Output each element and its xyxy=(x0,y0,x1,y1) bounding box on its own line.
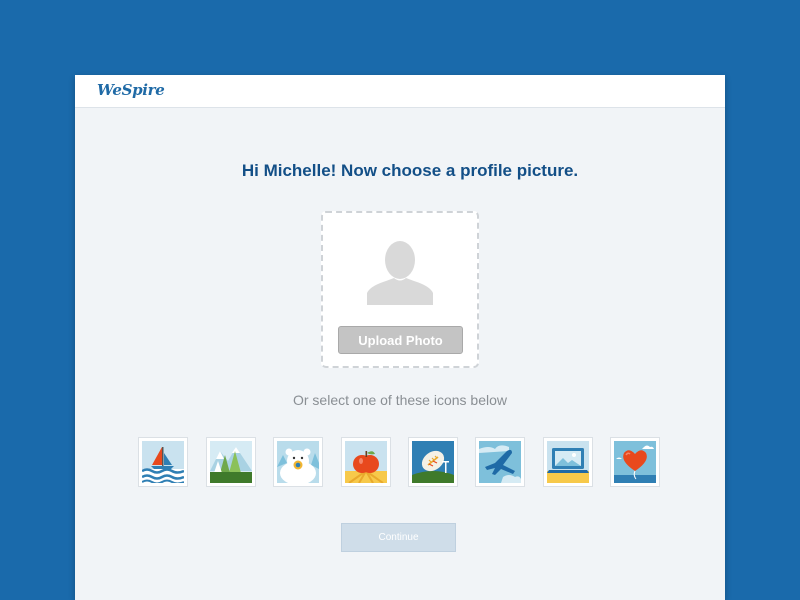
football-icon xyxy=(412,441,454,483)
icon-option-airplane[interactable] xyxy=(475,437,525,487)
icon-option-sailboat[interactable] xyxy=(138,437,188,487)
avatar-placeholder-icon xyxy=(367,241,433,305)
photo-upload-dropzone[interactable]: Upload Photo xyxy=(321,211,479,368)
icon-option-polar-bear[interactable] xyxy=(273,437,323,487)
icon-selection-prompt: Or select one of these icons below xyxy=(292,392,507,408)
upload-photo-button[interactable]: Upload Photo xyxy=(338,326,463,354)
icon-option-mountains[interactable] xyxy=(206,437,256,487)
icon-option-laptop[interactable] xyxy=(543,437,593,487)
top-bar: WeSpire xyxy=(75,75,725,108)
wespire-logo[interactable]: WeSpire xyxy=(97,81,165,99)
heart-balloon-icon xyxy=(614,441,656,483)
icon-option-football[interactable] xyxy=(408,437,458,487)
apple-icon xyxy=(345,441,387,483)
continue-button[interactable]: Continue xyxy=(341,523,456,552)
airplane-icon xyxy=(479,441,521,483)
icon-option-apple[interactable] xyxy=(341,437,391,487)
page-title: Hi Michelle! Now choose a profile pictur… xyxy=(241,161,579,180)
mountains-icon xyxy=(210,441,252,483)
laptop-icon xyxy=(547,441,589,483)
sailboat-icon xyxy=(142,441,184,483)
icon-option-heart-balloon[interactable] xyxy=(610,437,660,487)
onboarding-window: WeSpire Hi Michelle! Now choose a profil… xyxy=(75,75,725,600)
polar-bear-icon xyxy=(277,441,319,483)
